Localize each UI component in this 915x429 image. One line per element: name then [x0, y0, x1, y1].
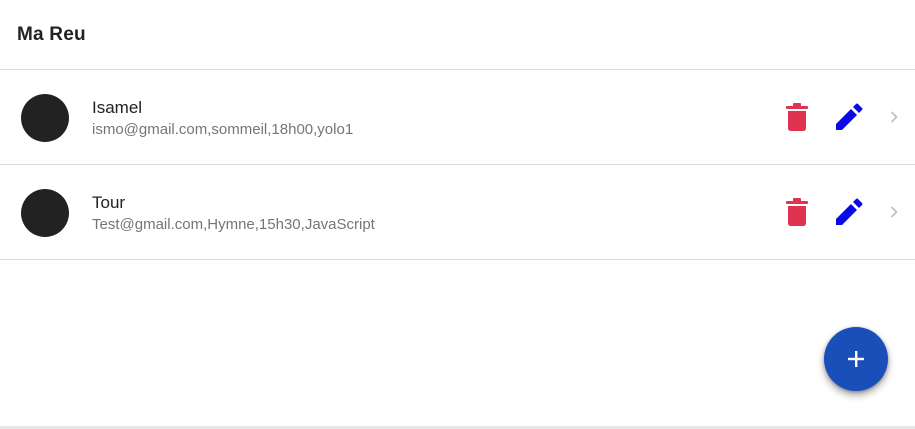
meeting-details: ismo@gmail.com,sommeil,18h00,yolo1 [92, 121, 354, 138]
edit-button[interactable] [831, 194, 867, 230]
edit-button[interactable] [831, 99, 867, 135]
pencil-icon [836, 103, 863, 130]
trash-icon [786, 198, 808, 226]
trash-icon [786, 103, 808, 131]
list-item[interactable]: Tour Test@gmail.com,Hymne,15h30,JavaScri… [0, 165, 915, 260]
meeting-details: Test@gmail.com,Hymne,15h30,JavaScript [92, 216, 375, 233]
chevron-right-icon [886, 203, 902, 221]
add-meeting-button[interactable] [824, 327, 888, 391]
app-window: Ma Reu Isamel ismo@gmail.com,sommeil,18h… [0, 0, 915, 429]
pencil-icon [836, 198, 863, 225]
toolbar: Ma Reu [0, 0, 915, 70]
meeting-list: Isamel ismo@gmail.com,sommeil,18h00,yolo… [0, 70, 915, 260]
delete-button[interactable] [779, 194, 815, 230]
list-item-texts: Isamel ismo@gmail.com,sommeil,18h00,yolo… [92, 97, 353, 140]
avatar [21, 94, 69, 142]
list-item[interactable]: Isamel ismo@gmail.com,sommeil,18h00,yolo… [0, 70, 915, 165]
avatar [21, 189, 69, 237]
meeting-name: Tour [92, 193, 126, 212]
list-item-texts: Tour Test@gmail.com,Hymne,15h30,JavaScri… [92, 192, 375, 235]
plus-icon [848, 351, 864, 367]
meeting-name: Isamel [92, 98, 143, 117]
page-title: Ma Reu [17, 23, 86, 45]
chevron-right-icon [886, 108, 902, 126]
delete-button[interactable] [779, 99, 815, 135]
